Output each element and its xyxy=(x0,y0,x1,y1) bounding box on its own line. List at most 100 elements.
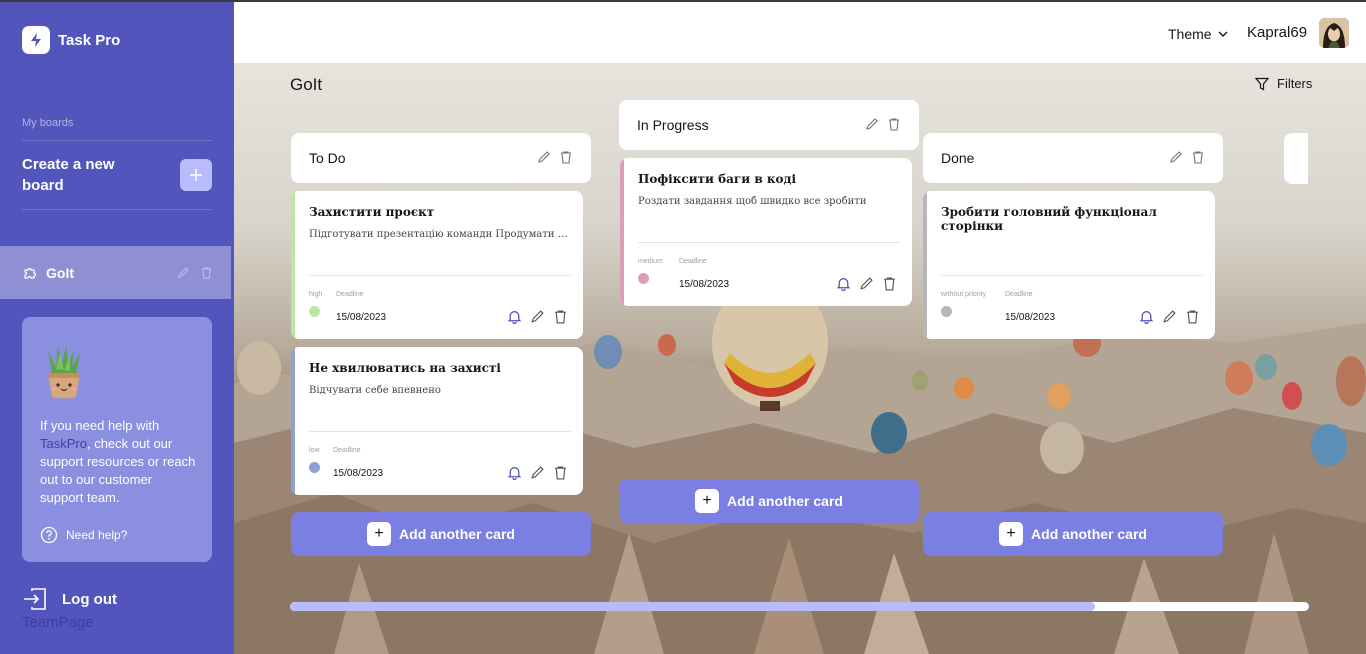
teampage-link[interactable]: TeamPage xyxy=(22,614,94,631)
card-description: Роздати завдання щоб швидко все зробити xyxy=(638,196,867,207)
board-title: GoIt xyxy=(290,75,323,94)
task-card[interactable]: Захистити проєкт Підготувати презентацію… xyxy=(291,191,583,339)
lightning-icon xyxy=(22,26,50,54)
card-divider xyxy=(309,275,571,276)
taskpro-link[interactable]: TaskPro xyxy=(40,436,87,451)
column-title: In Progress xyxy=(637,117,709,133)
deadline-label: Deadline xyxy=(336,291,364,298)
add-card-label: Add another card xyxy=(399,526,515,542)
card-deadline: 15/08/2023 xyxy=(333,468,384,479)
need-help-label: Need help? xyxy=(66,528,128,542)
help-text: If you need help with TaskPro, check out… xyxy=(40,418,196,505)
card-title: Зробити головний функціонал сторінки xyxy=(941,205,1157,233)
trash-icon[interactable] xyxy=(887,117,901,131)
my-boards-label: My boards xyxy=(22,117,74,129)
card-description: Підготувати презентацію команди Продумат… xyxy=(309,229,571,240)
plus-icon xyxy=(190,169,202,181)
filters-button[interactable]: Filters xyxy=(1255,76,1312,91)
board-actions xyxy=(177,266,213,279)
column-header-done: Done xyxy=(923,133,1223,183)
priority-stripe xyxy=(923,191,927,339)
app-name: Task Pro xyxy=(58,31,121,49)
create-board-label: Create a new board xyxy=(22,156,115,194)
bell-icon[interactable] xyxy=(1139,309,1154,324)
task-card[interactable]: Пофіксити баги в коді Роздати завдання щ… xyxy=(620,158,912,306)
app-logo[interactable]: Task Pro xyxy=(22,26,120,54)
sidebar-item-label: GoIt xyxy=(46,264,74,281)
priority-dot xyxy=(941,306,952,317)
trash-icon[interactable] xyxy=(1185,309,1200,324)
username: Kapral69 xyxy=(1247,24,1308,41)
bell-icon[interactable] xyxy=(507,309,522,324)
add-card-button[interactable]: + Add another card xyxy=(291,512,591,556)
card-description: Відчувати себе впевнено xyxy=(309,385,441,396)
task-card[interactable]: Зробити головний функціонал сторінки wit… xyxy=(923,191,1215,339)
trash-icon[interactable] xyxy=(553,465,568,480)
priority-stripe xyxy=(291,347,295,495)
sidebar-item-goit[interactable]: GoIt xyxy=(0,246,231,299)
priority-dot xyxy=(309,306,320,317)
top-header: Theme Kapral69 xyxy=(234,0,1366,63)
card-title: Не хвилюватись на захисті xyxy=(309,361,501,375)
trash-icon[interactable] xyxy=(559,150,573,164)
plus-icon: + xyxy=(695,489,720,513)
trash-icon[interactable] xyxy=(1191,150,1205,164)
add-card-label: Add another card xyxy=(727,493,843,509)
horizontal-scrollbar[interactable] xyxy=(290,602,1309,611)
priority-dot xyxy=(638,273,649,284)
create-board-button[interactable] xyxy=(180,159,212,191)
priority-stripe xyxy=(620,158,624,306)
card-divider xyxy=(638,242,900,243)
sidebar-divider xyxy=(22,209,212,210)
column-header-partial xyxy=(1284,133,1308,184)
filter-icon xyxy=(1255,77,1269,90)
plus-icon: + xyxy=(367,522,392,546)
add-card-button[interactable]: + Add another card xyxy=(619,479,919,523)
puzzle-icon xyxy=(24,267,37,279)
scrollbar-thumb[interactable] xyxy=(290,602,1095,611)
card-title: Пофіксити баги в коді xyxy=(638,172,797,186)
pencil-icon[interactable] xyxy=(177,266,190,279)
filters-label: Filters xyxy=(1277,76,1313,91)
pencil-icon[interactable] xyxy=(537,150,551,164)
pencil-icon[interactable] xyxy=(1169,150,1183,164)
bell-icon[interactable] xyxy=(836,276,851,291)
card-deadline: 15/08/2023 xyxy=(1005,312,1056,323)
trash-icon[interactable] xyxy=(553,309,568,324)
need-help-button[interactable]: Need help? xyxy=(40,526,127,544)
priority-label: without priority xyxy=(941,291,987,298)
deadline-label: Deadline xyxy=(1005,291,1033,298)
add-card-button[interactable]: + Add another card xyxy=(923,512,1223,556)
card-deadline: 15/08/2023 xyxy=(336,312,387,323)
theme-label: Theme xyxy=(1168,26,1212,42)
pencil-icon[interactable] xyxy=(530,465,545,480)
pencil-icon[interactable] xyxy=(1162,309,1177,324)
cactus-illustration xyxy=(48,345,80,399)
column-header-in-progress: In Progress xyxy=(619,100,919,150)
card-title: Захистити проєкт xyxy=(309,205,435,219)
pencil-icon[interactable] xyxy=(865,117,879,131)
pencil-icon[interactable] xyxy=(530,309,545,324)
pencil-icon[interactable] xyxy=(859,276,874,291)
priority-label: high xyxy=(309,291,323,298)
help-box: If you need help with TaskPro, check out… xyxy=(22,317,212,562)
deadline-label: Deadline xyxy=(333,447,361,454)
logout-icon xyxy=(24,588,46,610)
logout-button[interactable]: Log out xyxy=(22,586,117,612)
theme-dropdown[interactable]: Theme xyxy=(1168,26,1228,42)
priority-stripe xyxy=(291,191,295,339)
avatar[interactable] xyxy=(1319,18,1349,48)
sidebar: Task Pro My boards Create a new board Go… xyxy=(0,0,234,654)
trash-icon[interactable] xyxy=(200,266,213,279)
task-card[interactable]: Не хвилюватись на захисті Відчувати себе… xyxy=(291,347,583,495)
bell-icon[interactable] xyxy=(507,465,522,480)
chevron-down-icon xyxy=(1218,31,1228,37)
deadline-label: Deadline xyxy=(679,258,707,265)
trash-icon[interactable] xyxy=(882,276,897,291)
logout-label: Log out xyxy=(62,590,117,608)
card-divider xyxy=(309,431,571,432)
column-header-todo: To Do xyxy=(291,133,591,183)
column-title: To Do xyxy=(309,150,346,166)
priority-label: low xyxy=(309,447,320,454)
card-divider xyxy=(941,275,1203,276)
